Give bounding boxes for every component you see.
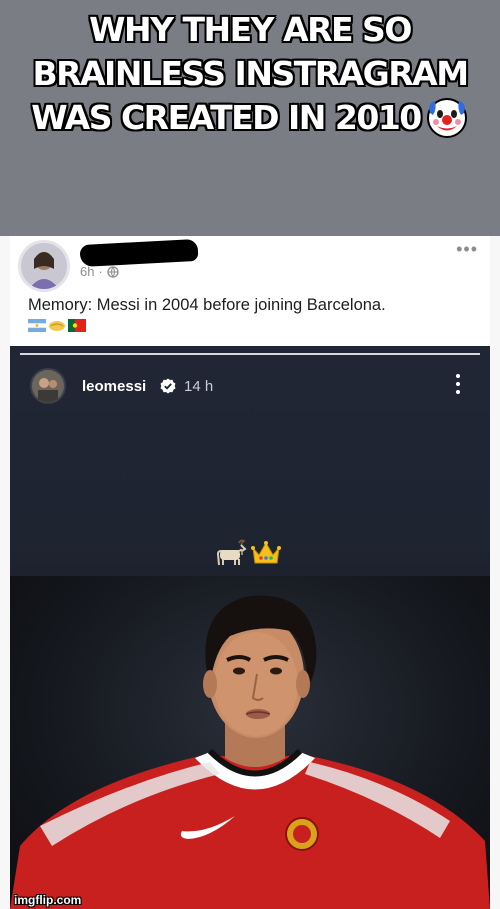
story-progress-bar [20, 353, 480, 355]
post-time[interactable]: 6h [80, 264, 94, 279]
crown-icon [251, 541, 281, 564]
handshake-icon [49, 321, 65, 331]
player-illustration [10, 595, 490, 909]
post-text: Memory: Messi in 2004 before joining Bar… [28, 296, 386, 314]
meme-caption: WHY THEY ARE SO BRAINLESS INSTRAGRAM WAS… [0, 8, 500, 142]
avatar[interactable] [18, 240, 70, 292]
clown-face-icon [426, 97, 467, 138]
argentina-flag-icon [28, 319, 46, 332]
imgflip-watermark: imgflip.com [14, 893, 82, 907]
player-photo[interactable]: imgflip.com [10, 576, 490, 909]
ig-more-options-icon[interactable] [456, 373, 460, 395]
globe-icon [107, 265, 119, 278]
ig-time: 14 h [184, 378, 214, 395]
caption-line-3-text: WAS CREATED IN 2010 [31, 98, 422, 137]
caption-line-3: WAS CREATED IN 2010 [0, 96, 500, 142]
goat-icon [216, 539, 247, 566]
meme-caption-area: WHY THEY ARE SO BRAINLESS INSTRAGRAM WAS… [0, 0, 500, 236]
portugal-flag-icon [68, 319, 86, 332]
caption-line-2: BRAINLESS INSTRAGRAM [32, 54, 469, 93]
ig-username[interactable]: leomessi [82, 378, 146, 395]
avatar-image [21, 243, 67, 289]
post-meta: 6h · [80, 264, 119, 279]
post-emojis [28, 319, 86, 332]
ig-avatar-image [32, 370, 64, 402]
facebook-post: 6h · ••• Memory: Messi in 2004 before jo… [0, 236, 500, 909]
verified-badge-icon [160, 378, 176, 394]
meta-separator: · [98, 264, 103, 279]
post-header-card: 6h · ••• Memory: Messi in 2004 before jo… [10, 236, 490, 346]
caption-line-1: WHY THEY ARE SO [89, 10, 412, 49]
more-options-icon[interactable]: ••• [456, 240, 478, 258]
ig-caption-emojis [215, 539, 281, 567]
instagram-story-image[interactable]: leomessi 14 h imgflip.com [10, 346, 490, 909]
redacted-author-name [79, 238, 199, 268]
ig-avatar[interactable] [30, 368, 66, 404]
